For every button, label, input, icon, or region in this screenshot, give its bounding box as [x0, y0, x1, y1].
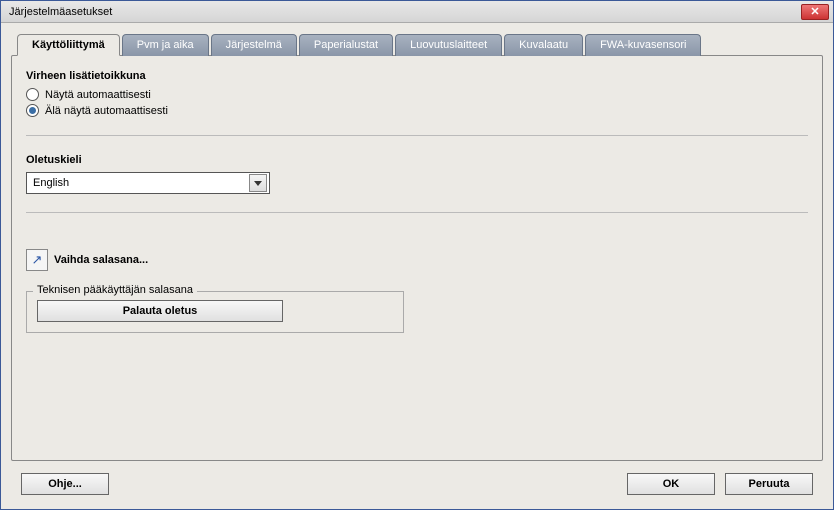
radio-icon — [26, 88, 39, 101]
divider — [26, 212, 808, 213]
tab-panel: Virheen lisätietoikkuna Näytä automaatti… — [11, 55, 823, 461]
external-link-icon: ↗ — [26, 249, 48, 271]
chevron-down-icon — [249, 174, 267, 192]
language-section-title: Oletuskieli — [26, 154, 808, 166]
radio-no-show-auto[interactable]: Älä näytä automaattisesti — [26, 104, 808, 117]
ok-button[interactable]: OK — [627, 473, 715, 495]
close-icon: ✕ — [810, 5, 819, 18]
tab-datetime[interactable]: Pvm ja aika — [122, 34, 209, 56]
radio-label: Älä näytä automaattisesti — [45, 105, 168, 117]
error-section-title: Virheen lisätietoikkuna — [26, 70, 808, 82]
tab-container: Käyttöliittymä Pvm ja aika Järjestelmä P… — [11, 33, 823, 461]
cancel-button[interactable]: Peruuta — [725, 473, 813, 495]
radio-icon — [26, 104, 39, 117]
tab-quality[interactable]: Kuvalaatu — [504, 34, 583, 56]
change-password-link[interactable]: ↗ Vaihda salasana... — [26, 249, 808, 271]
tab-paper[interactable]: Paperialustat — [299, 34, 393, 56]
footer-right: OK Peruuta — [627, 473, 813, 495]
divider — [26, 135, 808, 136]
tab-fwa[interactable]: FWA-kuvasensori — [585, 34, 701, 56]
radio-label: Näytä automaattisesti — [45, 89, 151, 101]
change-password-label: Vaihda salasana... — [54, 254, 148, 266]
tab-system[interactable]: Järjestelmä — [211, 34, 297, 56]
tab-output[interactable]: Luovutuslaitteet — [395, 34, 502, 56]
help-button[interactable]: Ohje... — [21, 473, 109, 495]
content-area: Käyttöliittymä Pvm ja aika Järjestelmä P… — [1, 23, 833, 509]
system-settings-window: Järjestelmäasetukset ✕ Käyttöliittymä Pv… — [0, 0, 834, 510]
language-value: English — [33, 177, 69, 189]
radio-show-auto[interactable]: Näytä automaattisesti — [26, 88, 808, 101]
language-select[interactable]: English — [26, 172, 270, 194]
fieldset-legend: Teknisen pääkäyttäjän salasana — [33, 284, 197, 296]
tab-strip: Käyttöliittymä Pvm ja aika Järjestelmä P… — [17, 33, 823, 55]
footer: Ohje... OK Peruuta — [11, 461, 823, 509]
tech-admin-password-fieldset: Teknisen pääkäyttäjän salasana Palauta o… — [26, 291, 404, 333]
reset-default-button[interactable]: Palauta oletus — [37, 300, 283, 322]
close-button[interactable]: ✕ — [801, 4, 829, 20]
tab-ui[interactable]: Käyttöliittymä — [17, 34, 120, 56]
window-title: Järjestelmäasetukset — [5, 6, 112, 18]
titlebar: Järjestelmäasetukset ✕ — [1, 1, 833, 23]
